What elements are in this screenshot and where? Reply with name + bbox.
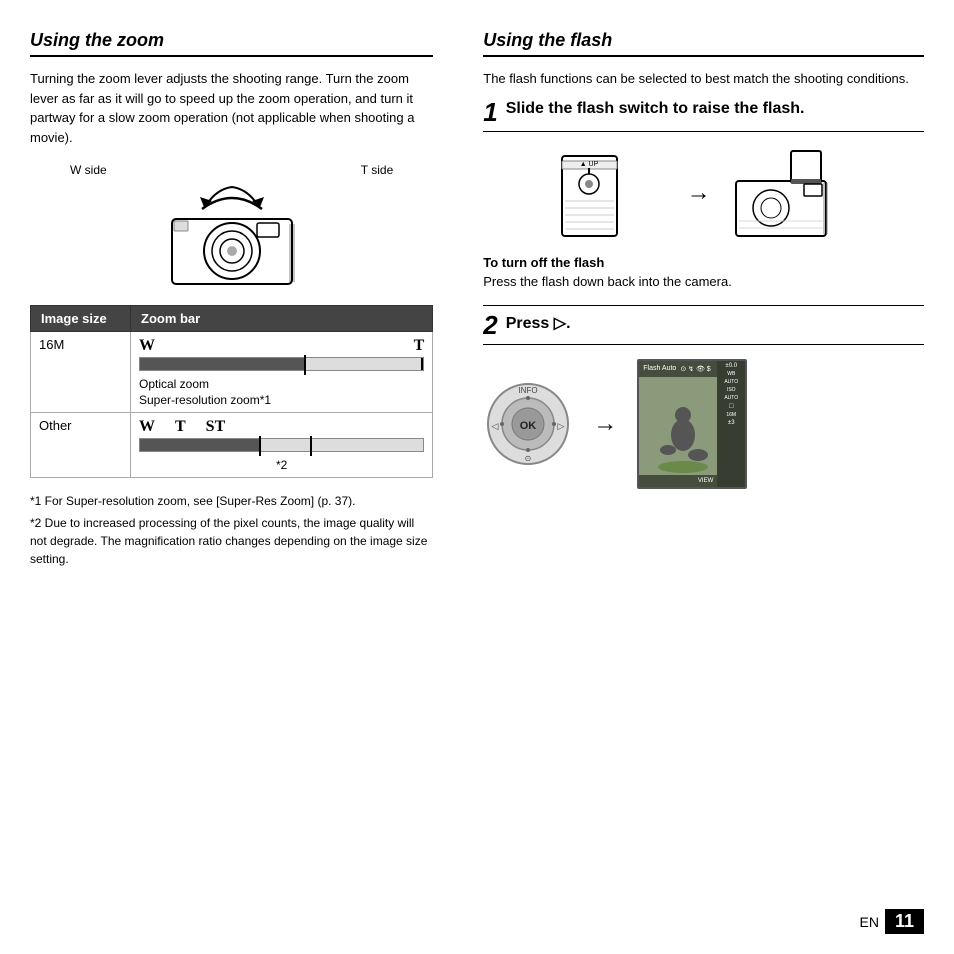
table-cell-16m: 16M <box>31 332 131 413</box>
star2-label: *2 <box>139 458 424 472</box>
screen-top-bar: Flash Auto ⊙ ↯ 👁 $ <box>639 361 717 377</box>
table-cell-16m-bar: W T Optical zoom Super-resolution zoom*1 <box>131 332 433 413</box>
camera-screen: Flash Auto ⊙ ↯ 👁 $ ±0 <box>637 359 747 489</box>
step2-text: Press ▷. <box>506 314 571 335</box>
zoom-table: Image size Zoom bar 16M W T <box>30 305 433 478</box>
screen-icons: ⊙ ↯ 👁 $ <box>680 365 710 373</box>
screen-bottom-bar: VIEW <box>639 475 717 487</box>
w-label-16m: W <box>139 337 155 355</box>
w-label-other: W <box>139 418 155 436</box>
table-cell-other: Other <box>31 413 131 478</box>
flash-switch-diagram: ▲ UP → <box>483 146 924 241</box>
step1-heading: 1 Slide the flash switch to raise the fl… <box>483 99 924 132</box>
right-column: Using the flash The flash functions can … <box>463 30 924 924</box>
t-label-16m: T <box>414 337 425 355</box>
step2-number: 2 <box>483 312 497 338</box>
zoom-body-text: Turning the zoom lever adjusts the shoot… <box>30 69 433 147</box>
flash-intro-text: The flash functions can be selected to b… <box>483 69 924 89</box>
svg-text:▷: ▷ <box>558 421 565 431</box>
table-cell-other-bar: W T ST *2 <box>131 413 433 478</box>
svg-text:▲ UP: ▲ UP <box>579 161 598 168</box>
page-number: 11 <box>885 909 924 934</box>
person-silhouette <box>649 377 717 475</box>
w-side-label: W side <box>70 163 107 177</box>
arrow-to-raised-flash: → <box>687 179 711 207</box>
svg-text:INFO: INFO <box>519 386 538 395</box>
step1-text: Slide the flash switch to raise the flas… <box>506 99 805 120</box>
t-label-other: T <box>175 418 186 436</box>
st-label-other: ST <box>206 418 226 436</box>
table-row-16m: 16M W T Optical zoom Super- <box>31 332 433 413</box>
t-side-label: T side <box>361 163 393 177</box>
turn-off-text: Press the flash down back into the camer… <box>483 274 924 289</box>
table-header-image-size: Image size <box>31 306 131 332</box>
arrow-to-screen: → <box>593 410 617 438</box>
zoom-diagram: W side T side <box>30 163 433 289</box>
en-label: EN <box>860 914 879 930</box>
table-row-other: Other W T ST *2 <box>31 413 433 478</box>
footnote-1: *1 For Super-resolution zoom, see [Super… <box>30 492 433 510</box>
flash-switch-svg: ▲ UP <box>557 146 667 241</box>
view-label: VIEW <box>698 478 713 484</box>
right-section-title: Using the flash <box>483 30 924 57</box>
page-footer: EN 11 <box>860 909 924 934</box>
svg-text:⊙: ⊙ <box>525 454 532 463</box>
zoom-lever-svg <box>142 179 322 289</box>
flash-auto-label: Flash Auto <box>643 365 676 372</box>
footnote-2: *2 Due to increased processing of the pi… <box>30 514 433 568</box>
step2-heading: 2 Press ▷. <box>483 305 924 345</box>
press-diagram: OK INFO ⊙ ◁ ▷ → Flash Auto ⊙ ↯ 👁 $ <box>483 359 924 489</box>
svg-text:OK: OK <box>520 420 537 432</box>
super-res-zoom-label: Super-resolution zoom*1 <box>139 393 424 407</box>
screen-sidebar: ±0.0 WB AUTO ISO AUTO □ 16M ±3 <box>717 361 745 487</box>
flash-raised-svg <box>731 146 851 241</box>
optical-zoom-label: Optical zoom <box>139 377 424 391</box>
turn-off-title: To turn off the flash <box>483 255 924 270</box>
left-section-title: Using the zoom <box>30 30 433 57</box>
step1-number: 1 <box>483 99 497 125</box>
person-svg <box>653 405 713 475</box>
zoom-diagram-labels: W side T side <box>30 163 433 177</box>
footnotes: *1 For Super-resolution zoom, see [Super… <box>30 492 433 568</box>
turn-off-section: To turn off the flash Press the flash do… <box>483 255 924 289</box>
svg-text:◁: ◁ <box>492 421 499 431</box>
ok-dial-svg: OK INFO ⊙ ◁ ▷ <box>483 379 573 469</box>
table-header-zoom-bar: Zoom bar <box>131 306 433 332</box>
left-column: Using the zoom Turning the zoom lever ad… <box>30 30 463 924</box>
